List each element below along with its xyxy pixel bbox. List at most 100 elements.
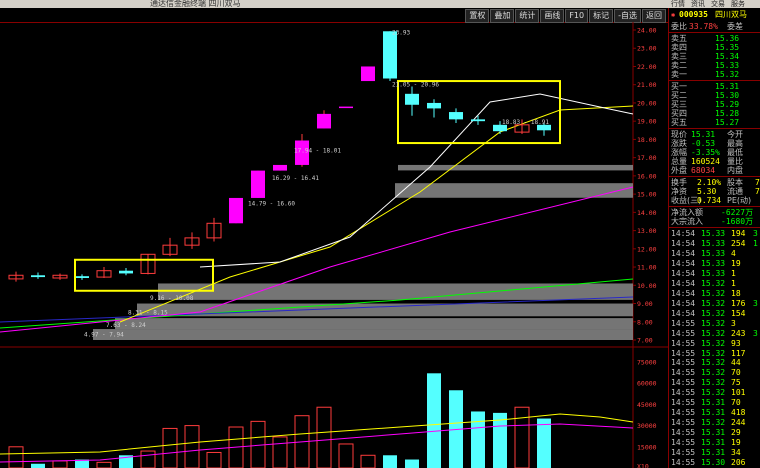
price-axis-label: 10.00 xyxy=(637,282,657,290)
tick-price: 15.32 xyxy=(701,338,726,348)
tick-row: 14:54 15.33 4 xyxy=(669,249,760,259)
price-axis-label: 13.00 xyxy=(637,227,657,235)
ask-label: 卖三 xyxy=(671,52,687,61)
tick-volume: 3 xyxy=(731,318,736,328)
tick-volume: 1 xyxy=(731,278,736,288)
candle-body xyxy=(31,275,45,278)
tick-price: 15.31 xyxy=(701,448,726,458)
quote-value: 160524 xyxy=(691,157,720,166)
panel-divider xyxy=(669,128,760,129)
flow-row: 净流入额 -6227万 xyxy=(669,208,760,217)
quote-label-2: 今开 xyxy=(727,130,743,139)
stat-label: 换手 xyxy=(671,178,687,187)
price-annotation: 23.93 xyxy=(392,29,410,36)
tick-volume: 194 xyxy=(731,229,746,238)
candle-body xyxy=(273,164,287,171)
tick-row: 14:55 15.32 3 xyxy=(669,319,760,329)
back-button[interactable]: 返回 xyxy=(642,9,666,23)
tab-news[interactable]: 资讯 xyxy=(688,0,708,8)
overlay-button[interactable]: 叠加 xyxy=(490,9,515,23)
volume-bar xyxy=(493,412,507,468)
flow-label: 净流入额 xyxy=(671,208,703,217)
tick-row: 14:55 15.32 243 3 xyxy=(669,329,760,339)
candle-body xyxy=(383,31,397,79)
tab-trade[interactable]: 交易 xyxy=(708,0,728,8)
watchlist-button[interactable]: -自选 xyxy=(614,9,641,23)
panel-divider xyxy=(669,80,760,81)
quote-label: 涨幅 xyxy=(671,148,687,157)
bid-label: 买五 xyxy=(671,118,687,127)
bid-price: 15.28 xyxy=(715,109,740,118)
quote-row: 总量 160524 量比 xyxy=(669,157,760,166)
tick-price: 15.32 xyxy=(701,328,726,338)
tab-quotes[interactable]: 行情 xyxy=(668,0,688,8)
tick-volume: 29 xyxy=(731,428,741,438)
quote-row: 外盘 68034 内盘 xyxy=(669,166,760,175)
stats-button[interactable]: 统计 xyxy=(515,9,540,23)
tick-price: 15.32 xyxy=(701,358,726,368)
favorite-icon[interactable]: ✱ xyxy=(671,8,675,22)
stat-value: 0.734 xyxy=(697,196,722,205)
price-axis-label: 20.00 xyxy=(637,99,657,107)
price-annotation: 18.83 - 18.91 xyxy=(502,119,549,126)
stat-row: 净资 5.30 流通 7 xyxy=(669,187,760,196)
stat-label-2: PE(动) xyxy=(727,196,752,205)
flow-row: 大宗流入 -1680万 xyxy=(669,217,760,226)
tick-volume: 19 xyxy=(731,438,741,448)
tick-price: 15.32 xyxy=(701,418,726,428)
tick-time: 14:55 xyxy=(671,348,696,358)
tick-price: 15.33 xyxy=(701,248,726,258)
tick-volume: 44 xyxy=(731,358,741,368)
tick-price: 15.32 xyxy=(701,278,726,288)
tick-price: 15.32 xyxy=(701,388,726,398)
f10-button[interactable]: F10 xyxy=(565,9,589,23)
flow-value: -6227万 xyxy=(721,208,754,217)
volume-bar xyxy=(96,461,112,468)
candle-body xyxy=(427,102,441,109)
price-axis-label: 14.00 xyxy=(637,209,657,217)
tick-volume: 101 xyxy=(731,388,746,398)
candle-body xyxy=(251,170,265,198)
tick-price: 15.32 xyxy=(701,308,726,318)
tick-price: 15.31 xyxy=(701,398,726,408)
ask-price: 15.35 xyxy=(715,43,740,52)
ask-label: 卖四 xyxy=(671,43,687,52)
tick-row: 14:54 15.32 1 xyxy=(669,279,760,289)
volume-bar xyxy=(427,373,441,468)
bid-label: 买一 xyxy=(671,82,687,91)
tick-volume: 117 xyxy=(731,348,746,358)
tick-time: 14:54 xyxy=(671,308,696,318)
tick-row: 14:54 15.32 154 xyxy=(669,309,760,319)
rights-button[interactable]: 置权 xyxy=(465,9,490,23)
kline-chart[interactable]: 23.93 21.05 - 20.96 18.83 - 18.91 17.94 - 1… xyxy=(0,22,668,468)
price-annotation: 7.63 - 8.24 xyxy=(106,322,146,329)
support-band xyxy=(115,318,633,330)
draw-button[interactable]: 画线 xyxy=(540,9,565,23)
price-axis-label: 8.00 xyxy=(637,318,653,326)
mark-button[interactable]: 标记 xyxy=(589,9,614,23)
stock-header: ✱ 000935 四川双马 xyxy=(669,8,760,22)
tick-price: 15.31 xyxy=(701,428,726,438)
price-annotation: 8.31 - 8.15 xyxy=(128,309,168,316)
quote-label-2: 最低 xyxy=(727,148,743,157)
tick-volume: 19 xyxy=(731,258,741,268)
tick-volume: 254 xyxy=(731,238,746,248)
stat-label-2: 股本 xyxy=(727,178,743,187)
price-axis-label: 22.00 xyxy=(637,63,657,71)
tick-time: 14:55 xyxy=(671,408,696,418)
tab-service[interactable]: 服务 xyxy=(728,0,748,8)
flow-value: -1680万 xyxy=(721,217,754,226)
ratio-value: 33.78% xyxy=(689,22,718,31)
volume-bar xyxy=(405,459,419,468)
volume-bar xyxy=(514,406,530,468)
tick-volume: 75 xyxy=(731,378,741,388)
tick-time: 14:54 xyxy=(671,248,696,258)
price-axis-label: 23.00 xyxy=(637,45,657,53)
volume-bar xyxy=(162,427,178,468)
price-axis-label: 19.00 xyxy=(637,118,657,126)
volume-bar xyxy=(140,450,156,468)
volume-bar xyxy=(537,418,551,468)
flow-label: 大宗流入 xyxy=(671,217,703,226)
tick-row: 14:54 15.33 1 xyxy=(669,269,760,279)
tick-volume: 418 xyxy=(731,408,746,418)
